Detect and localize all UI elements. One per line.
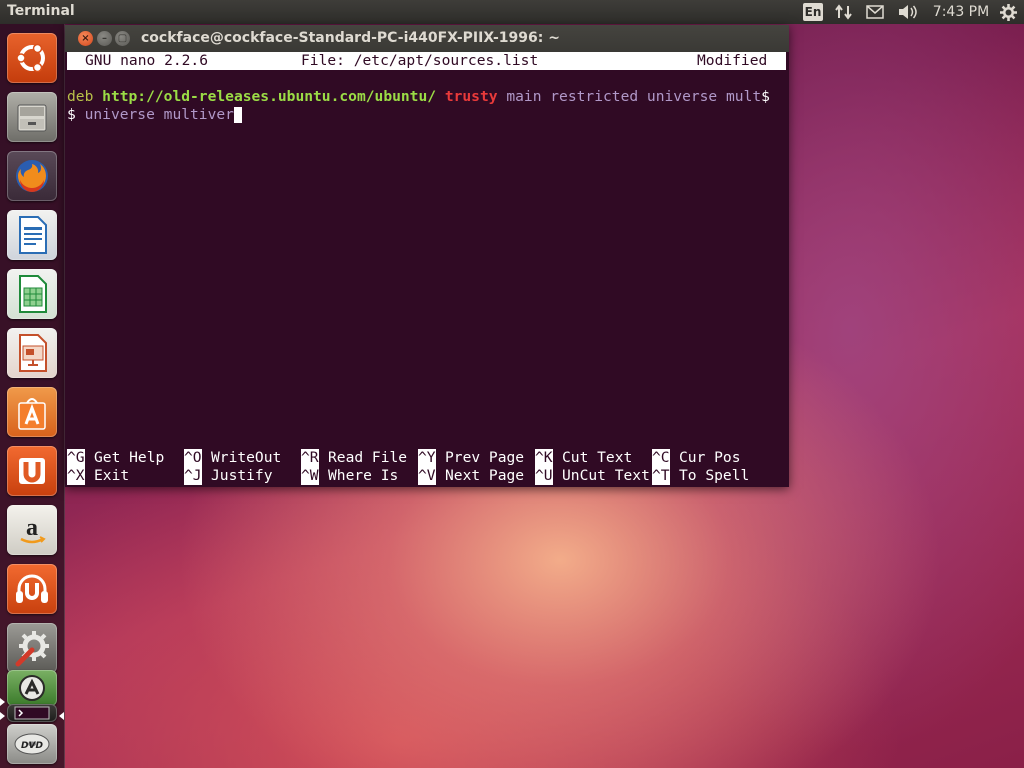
shortcut-key-justify: ^J: [184, 467, 202, 485]
shortcut-key-cut-text: ^K: [535, 449, 553, 467]
sound-indicator[interactable]: [896, 0, 920, 24]
shortcut-key-get-help: ^G: [67, 449, 85, 467]
top-panel: Terminal En 7:43 PM: [0, 0, 1024, 24]
terminal-window: × – ▢ cockface@cockface-Standard-PC-i440…: [65, 25, 789, 487]
shortcut-key-prev-page: ^Y: [418, 449, 436, 467]
line-continuation-marker: $: [67, 106, 76, 123]
editor-line-1[interactable]: deb http://old-releases.ubuntu.com/ubunt…: [67, 88, 770, 106]
launcher-files[interactable]: [7, 92, 57, 142]
suite-name: trusty: [444, 88, 498, 105]
shortcut-key-next-page: ^V: [418, 467, 436, 485]
dvd-icon: DVD: [14, 733, 50, 755]
keyboard-indicator[interactable]: En: [802, 0, 824, 24]
shortcut-key-read-file: ^R: [301, 449, 319, 467]
terminal-content[interactable]: GNU nano 2.2.6 File: /etc/apt/sources.li…: [65, 52, 789, 487]
launcher-libreoffice-impress[interactable]: [7, 328, 57, 378]
writer-icon: [19, 216, 47, 254]
line-overflow-marker: $: [761, 88, 770, 105]
window-title: cockface@cockface-Standard-PC-i440FX-PII…: [141, 30, 560, 46]
launcher-amazon[interactable]: a: [7, 505, 57, 555]
minimize-icon: –: [102, 33, 107, 44]
ubuntu-logo-icon: [16, 43, 45, 73]
shortcut-label-uncut-text: UnCut Text: [562, 467, 650, 484]
keyboard-icon: En: [803, 3, 823, 21]
network-indicator[interactable]: [833, 0, 855, 24]
nano-filename: File: /etc/apt/sources.list: [301, 52, 539, 69]
terminal-icon: [14, 706, 50, 720]
shortcut-label-justify: Justify: [211, 467, 273, 484]
calc-icon: [19, 275, 47, 313]
shortcut-label-exit: Exit: [94, 467, 130, 484]
shortcut-label-read-file: Read File: [328, 449, 408, 466]
launcher: a DVD: [0, 24, 65, 768]
shortcut-label-get-help: Get Help: [94, 449, 165, 466]
nano-version: GNU nano 2.2.6: [85, 52, 209, 69]
shortcut-key-where-is: ^W: [301, 467, 319, 485]
wrench-gear-icon: [15, 631, 49, 667]
launcher-dash-home[interactable]: [7, 33, 57, 83]
launcher-focused-pip-right: [59, 712, 64, 720]
window-titlebar[interactable]: × – ▢ cockface@cockface-Standard-PC-i440…: [65, 25, 789, 52]
launcher-dvd[interactable]: DVD: [7, 724, 57, 764]
shopping-bag-icon: [18, 398, 46, 430]
shortcut-label-next-page: Next Page: [445, 467, 525, 484]
shortcut-key-to-spell: ^T: [652, 467, 670, 485]
ubuntu-one-icon: [19, 458, 45, 484]
shortcut-label-cut-text: Cut Text: [562, 449, 633, 466]
impress-icon: [19, 334, 47, 372]
messaging-indicator[interactable]: [864, 0, 886, 24]
shortcut-label-prev-page: Prev Page: [445, 449, 525, 466]
amazon-icon: a: [20, 515, 46, 544]
launcher-terminal[interactable]: [7, 704, 57, 722]
shortcut-key-exit: ^X: [67, 467, 85, 485]
deb-keyword: deb: [67, 88, 94, 105]
launcher-libreoffice-calc[interactable]: [7, 269, 57, 319]
mail-icon: [866, 5, 884, 19]
launcher-firefox[interactable]: [7, 151, 57, 201]
launcher-ubuntu-one-music[interactable]: [7, 564, 57, 614]
active-app-title: Terminal: [7, 3, 75, 19]
text-cursor: [233, 107, 242, 123]
launcher-software-updater[interactable]: [7, 670, 57, 706]
nano-modified-status: Modified: [697, 52, 768, 69]
window-maximize-button[interactable]: ▢: [115, 31, 130, 46]
shortcut-key-writeout: ^O: [184, 449, 202, 467]
window-minimize-button[interactable]: –: [97, 31, 112, 46]
settings-gear-icon: [999, 3, 1017, 21]
editor-line-2[interactable]: $ universe multiver: [67, 106, 242, 124]
close-icon: ×: [81, 33, 90, 44]
file-cabinet-icon: [17, 104, 47, 132]
launcher-focused-pip-left: [0, 712, 5, 720]
shortcut-label-where-is: Where Is: [328, 467, 399, 484]
headphones-icon: [16, 574, 48, 603]
firefox-icon: [16, 160, 48, 192]
network-icon: [835, 4, 852, 20]
volume-icon: [899, 5, 917, 19]
launcher-software-center[interactable]: [7, 387, 57, 437]
shortcut-key-cur-pos: ^C: [652, 449, 670, 467]
window-close-button[interactable]: ×: [78, 31, 93, 46]
session-indicator[interactable]: [996, 0, 1020, 24]
repo-url: http://old-releases.ubuntu.com/ubuntu/: [102, 88, 437, 105]
components: main restricted universe mult: [506, 88, 762, 105]
shortcut-label-writeout: WriteOut: [211, 449, 282, 466]
updater-icon: [19, 675, 45, 701]
svg-text:DVD: DVD: [21, 741, 43, 751]
shortcut-label-to-spell: To Spell: [679, 467, 750, 484]
launcher-system-settings[interactable]: [7, 623, 57, 673]
nano-title-bar: GNU nano 2.2.6 File: /etc/apt/sources.li…: [67, 52, 786, 70]
shortcut-key-uncut-text: ^U: [535, 467, 553, 485]
shortcut-label-cur-pos: Cur Pos: [679, 449, 741, 466]
svg-text:a: a: [26, 515, 38, 541]
line-2-text: universe multiver: [75, 106, 234, 123]
launcher-libreoffice-writer[interactable]: [7, 210, 57, 260]
launcher-ubuntu-one[interactable]: [7, 446, 57, 496]
maximize-icon: ▢: [117, 33, 128, 44]
launcher-running-pip: [0, 698, 5, 706]
clock[interactable]: 7:43 PM: [932, 0, 990, 24]
